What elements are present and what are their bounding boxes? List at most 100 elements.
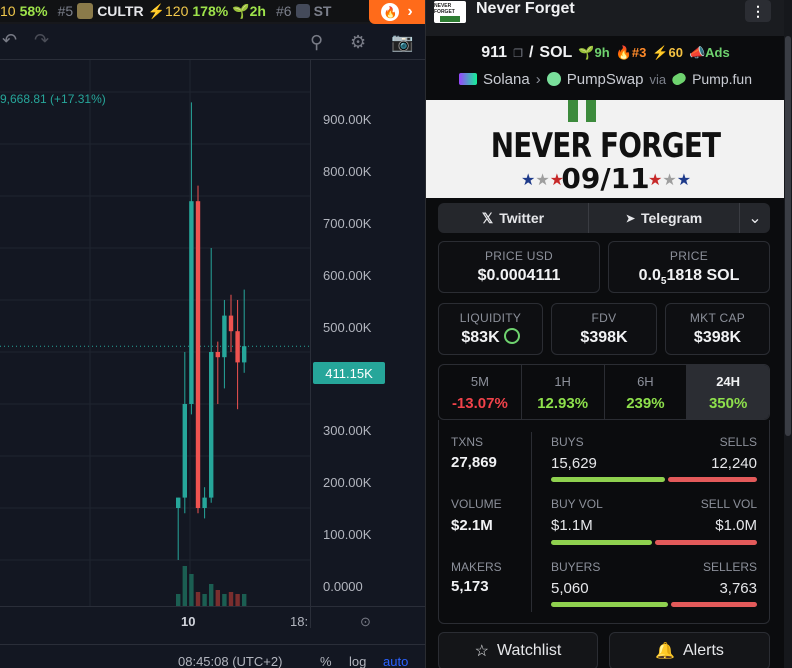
timeframe-tabs: 5M -13.07% 1H 12.93% 6H 239% 24H 350%: [438, 364, 770, 420]
sells-bar: [668, 477, 757, 482]
buy-vol-value: $1.1M: [551, 517, 593, 534]
fdv-value: $398K: [580, 329, 628, 346]
liquidity-value: $83K: [439, 327, 542, 347]
candle-body: [189, 201, 194, 404]
sellers-label: SELLERS: [702, 560, 757, 574]
ticker-item-2[interactable]: #5 CULTR ⚡120 178% 🌱2h: [58, 3, 266, 20]
price-sol-box: PRICE 0.051818 SOL: [608, 241, 770, 293]
y-tick: 900.00K: [323, 112, 372, 127]
launchpad-name[interactable]: Pump.fun: [692, 71, 752, 87]
more-menu-button[interactable]: ⋮: [745, 0, 771, 22]
buyers-value: 5,060: [551, 580, 589, 597]
volume-bar: [189, 574, 194, 606]
tab-6h[interactable]: 6H 239%: [605, 365, 688, 419]
sells-value: 12,240: [711, 455, 757, 472]
x-icon: 𝕏: [481, 209, 494, 226]
buys-value: 15,629: [551, 455, 597, 472]
redo-icon[interactable]: ↷: [34, 30, 49, 51]
mcap-value: $398K: [693, 329, 742, 346]
ads-badge[interactable]: 📣Ads: [689, 45, 730, 61]
copy-icon[interactable]: ❐: [513, 47, 523, 60]
y-tick: 700.00K: [323, 216, 372, 231]
candle-body: [215, 352, 220, 358]
volume-bar: [202, 594, 207, 606]
fdv-label: FDV: [591, 311, 617, 325]
undo-icon[interactable]: ↶: [2, 30, 17, 51]
chevron-down-icon: ⌄: [748, 210, 762, 227]
buy-vol-label: BUY VOL: [551, 497, 603, 511]
indicators-icon[interactable]: ⚲: [310, 32, 323, 53]
star-icon: ☆: [474, 643, 490, 660]
auto-toggle[interactable]: auto: [383, 654, 408, 668]
buys-label: BUYS: [551, 435, 584, 449]
tab-24h[interactable]: 24H 350%: [687, 365, 769, 419]
y-tick: 600.00K: [323, 268, 372, 283]
scrollbar-thumb[interactable]: [785, 36, 791, 436]
goto-realtime-icon[interactable]: ⊙: [360, 614, 371, 630]
y-tick: 200.00K: [323, 475, 372, 490]
app-root: 10 58% #5 CULTR ⚡120 178% 🌱2h #6 ST 🔥 › …: [0, 0, 792, 668]
chevron-right-icon: ›: [535, 70, 541, 88]
pumpfun-icon: [670, 71, 688, 87]
volume-bar: [209, 584, 214, 606]
boost-badge[interactable]: ⚡60: [652, 45, 683, 61]
volume-label: VOLUME: [451, 497, 502, 511]
token-info-panel: NEVER FORGET Never Forget ⋮ 911 ❐ / SOL …: [425, 0, 792, 668]
volume-bar: [222, 594, 227, 606]
buyers-bar: [551, 602, 668, 607]
y-tick: 800.00K: [323, 164, 372, 179]
ticker-boost: ⚡120: [147, 2, 189, 19]
trending-fire-button[interactable]: 🔥 ›: [369, 0, 425, 24]
price-chart[interactable]: ↶ ↷ ⚲ ⚙ 📷 9,668.81 (+17.31%) 900.00K 800…: [0, 24, 425, 668]
buys-bar: [551, 477, 665, 482]
watchlist-button[interactable]: ☆ Watchlist: [438, 632, 598, 668]
rank-badge[interactable]: 🔥#3: [616, 45, 647, 61]
percent-toggle[interactable]: %: [320, 654, 332, 668]
candle-body: [242, 346, 247, 363]
ticker-symbol: ST: [313, 3, 332, 19]
dex-name[interactable]: PumpSwap: [567, 71, 644, 88]
ticker-item-3[interactable]: #6 ST: [276, 3, 331, 19]
candle-body: [176, 497, 181, 508]
twitter-button[interactable]: 𝕏 Twitter: [438, 203, 589, 233]
time-axis[interactable]: 10 18: ⊙: [0, 606, 425, 634]
alerts-button[interactable]: 🔔 Alerts: [609, 632, 770, 668]
volume-value: $2.1M: [451, 517, 493, 534]
y-tick: 300.00K: [323, 423, 372, 438]
liquidity-label: LIQUIDITY: [459, 311, 522, 325]
ticker-item-1[interactable]: 10 58%: [0, 3, 48, 19]
chain-name[interactable]: Solana: [483, 71, 530, 88]
current-price-tag: 411.15K: [313, 362, 385, 384]
y-tick: 500.00K: [323, 320, 372, 335]
volume-bar: [176, 594, 181, 606]
trending-ticker: 10 58% #5 CULTR ⚡120 178% 🌱2h #6 ST: [0, 0, 425, 22]
candle-body: [235, 331, 240, 363]
token-avatar-icon: [295, 4, 310, 18]
telegram-button[interactable]: ➤ Telegram: [589, 203, 740, 233]
trade-stats: TXNS 27,869 BUYS 15,629 SELLS 12,240 VOL…: [438, 420, 770, 624]
bell-icon: 🔔: [655, 643, 675, 660]
token-title: Never Forget: [476, 0, 575, 17]
age-badge: 🌱9h: [578, 45, 610, 60]
more-links-button[interactable]: ⌄: [740, 203, 770, 233]
camera-icon[interactable]: 📷: [391, 32, 413, 53]
clock-time: 08:45:08 (UTC+2): [178, 654, 283, 668]
price-axis[interactable]: 900.00K 800.00K 700.00K 600.00K 500.00K …: [310, 60, 425, 628]
chart-status-bar: 08:45:08 (UTC+2) % log auto: [0, 644, 425, 668]
sellers-value: 3,763: [719, 580, 757, 597]
sell-vol-value: $1.0M: [715, 517, 757, 534]
log-toggle[interactable]: log: [349, 654, 366, 668]
ticker-pct: 58%: [19, 3, 48, 19]
panel-scrollbar[interactable]: [784, 0, 792, 668]
ticker-rank: #6: [275, 3, 292, 19]
volume-bar: [228, 592, 234, 606]
token-banner: NEVER FORGET ★★★ 09/11 ★★★: [426, 100, 785, 198]
makers-value: 5,173: [451, 578, 489, 595]
gear-icon[interactable]: ⚙: [350, 32, 366, 53]
candle-body: [228, 315, 234, 332]
tab-1h[interactable]: 1H 12.93%: [522, 365, 605, 419]
price-change-label: 9,668.81 (+17.31%): [0, 92, 106, 106]
volume-bar: [242, 594, 247, 606]
ticker-pct: 178%: [192, 3, 229, 19]
tab-5m[interactable]: 5M -13.07%: [439, 365, 522, 419]
